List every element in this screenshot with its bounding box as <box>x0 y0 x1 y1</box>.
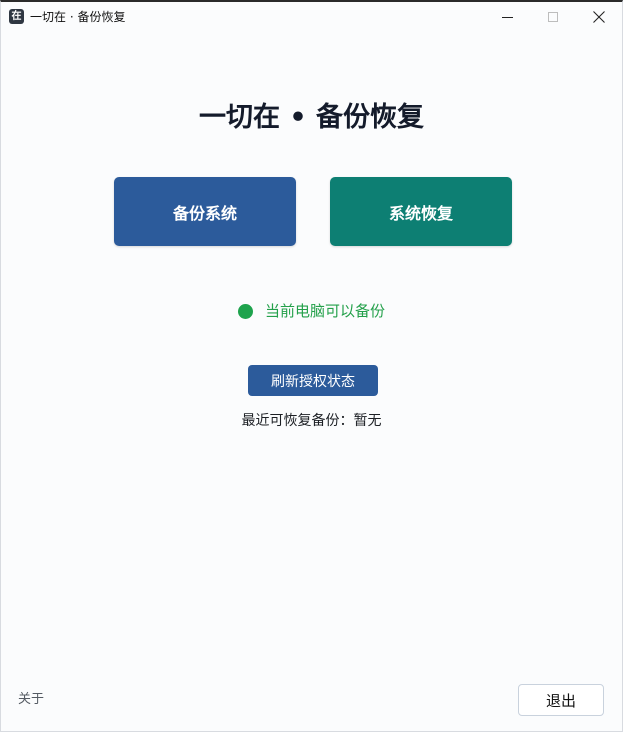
title-bar[interactable]: 在 一切在 · 备份恢复 <box>1 2 622 32</box>
page-title: 一切在 • 备份恢复 <box>198 102 425 133</box>
backup-system-button[interactable]: 备份系统 <box>114 177 296 246</box>
maximize-icon <box>548 12 558 22</box>
close-button[interactable] <box>576 2 622 32</box>
status-dot-icon <box>237 303 253 319</box>
window-title: 一切在 · 备份恢复 <box>30 10 126 24</box>
exit-button[interactable]: 退出 <box>518 684 604 716</box>
about-link[interactable]: 关于 <box>18 688 44 707</box>
minimize-icon <box>501 16 513 18</box>
recent-backup-label: 最近可恢复备份：暂无 <box>241 413 382 429</box>
app-window: 在 一切在 · 备份恢复 一切在 • 备份恢复 备份系统 系统恢复 当前电脑可以… <box>0 0 623 732</box>
status-text: 当前电脑可以备份 <box>264 302 385 320</box>
refresh-authorization-button[interactable]: 刷新授权状态 <box>248 365 378 396</box>
backup-status: 当前电脑可以备份 <box>1 299 622 323</box>
minimize-button[interactable] <box>484 2 530 32</box>
app-logo-icon: 在 <box>9 9 24 24</box>
maximize-button[interactable] <box>530 2 576 32</box>
close-icon <box>593 11 605 23</box>
system-restore-button[interactable]: 系统恢复 <box>330 177 512 246</box>
